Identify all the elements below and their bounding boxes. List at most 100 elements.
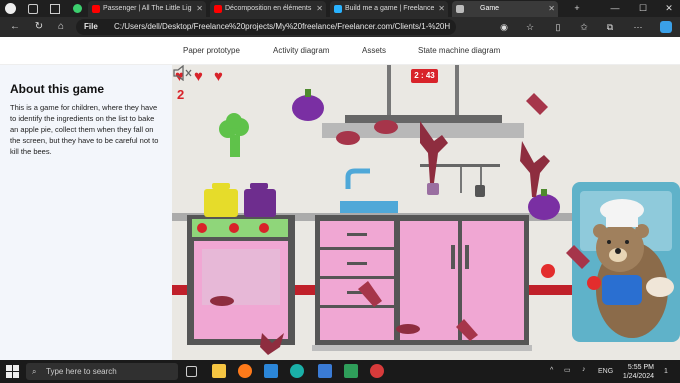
about-sidebar: About this game This is a game for child… (0, 65, 172, 360)
tab-actions-icon[interactable] (50, 4, 60, 14)
favorite-icon[interactable]: ☆ (524, 21, 536, 33)
sidebar-description: This is a game for children, where they … (10, 103, 159, 156)
address-bar-row: ← ↻ ⌂ File C:/Users/dell/Desktop/Freelan… (0, 17, 680, 37)
hood-pole (455, 65, 459, 115)
sound-toggle-icon[interactable] (172, 65, 192, 81)
falling-eggplant[interactable] (292, 95, 324, 121)
kitchen-scene (172, 65, 680, 355)
task-view-icon[interactable] (186, 366, 197, 377)
new-tab-button[interactable]: + (566, 0, 588, 17)
life-heart-icon: ♥ (214, 68, 223, 85)
nav-link-assets[interactable]: Assets (362, 46, 386, 55)
firefox-icon[interactable] (238, 364, 252, 378)
home-icon[interactable]: ⌂ (54, 20, 68, 34)
floor-line (312, 345, 532, 351)
tab-close-icon[interactable]: ✕ (438, 1, 445, 17)
purple-pot-lid (250, 183, 268, 189)
back-icon[interactable]: ← (8, 20, 22, 34)
profile-icon[interactable] (5, 3, 16, 14)
recorder-icon[interactable] (370, 364, 384, 378)
system-clock[interactable]: 5:55 PM 1/24/2024 (623, 363, 654, 381)
youtube-icon (92, 5, 100, 13)
falling-spoon[interactable] (396, 324, 420, 334)
utensil (460, 167, 462, 193)
search-placeholder: Type here to search (46, 367, 117, 376)
falling-apple[interactable] (587, 276, 601, 290)
more-icon[interactable]: ⋯ (632, 21, 644, 33)
drawer-handle (347, 262, 367, 265)
countdown-timer: 2 : 43 (411, 69, 438, 83)
falling-wine-glass[interactable] (520, 141, 550, 197)
browser-tab-strip: Passenger | All The Little Lights ✕ Déco… (0, 0, 680, 17)
score-counter: 2 (177, 87, 185, 102)
hood-pole (387, 65, 391, 115)
spreadsheet-icon[interactable] (344, 364, 358, 378)
browser-tab[interactable]: Build me a game | Freelancer ✕ (330, 1, 448, 17)
media-player-icon[interactable] (318, 364, 332, 378)
chef-bear-apron (602, 275, 642, 305)
edge-icon[interactable] (290, 364, 304, 378)
falling-meat[interactable] (374, 120, 398, 134)
scheme-label: File (84, 22, 98, 31)
browser-tab[interactable]: Décomposition en éléments s… ✕ (210, 1, 326, 17)
cabinet-door (400, 221, 458, 340)
minimize-button[interactable]: — (604, 0, 626, 17)
freelancer-icon (334, 5, 342, 13)
nav-link-state-machine-diagram[interactable]: State machine diagram (418, 46, 500, 55)
cabinet-door (462, 221, 524, 340)
maximize-button[interactable]: ☐ (632, 0, 654, 17)
tab-close-icon[interactable]: ✕ (548, 1, 555, 17)
falling-cleaver[interactable] (526, 93, 548, 115)
sidebar-title: About this game (10, 82, 105, 96)
stove-knob (197, 223, 207, 233)
extension-icon[interactable] (73, 4, 82, 13)
read-aloud-icon[interactable]: ◉ (498, 21, 510, 33)
search-icon: ⌕ (32, 367, 37, 376)
browser-tab[interactable]: Passenger | All The Little Lights ✕ (88, 1, 206, 17)
chef-bear-eye (607, 240, 611, 244)
hanging-ladle (427, 183, 439, 195)
tab-close-icon[interactable]: ✕ (196, 1, 203, 17)
browser-tab-active[interactable]: Game ✕ (452, 1, 558, 17)
falling-apple[interactable] (541, 264, 555, 278)
address-input[interactable]: File C:/Users/dell/Desktop/Freelance%20p… (76, 19, 456, 35)
split-screen-icon[interactable]: ▯ (552, 21, 564, 33)
refresh-icon[interactable]: ↻ (32, 20, 46, 34)
page-icon (456, 5, 464, 13)
range-hood (345, 115, 502, 123)
tray-chevron-icon[interactable]: ^ (550, 367, 553, 374)
faucet (345, 168, 370, 189)
nav-link-activity-diagram[interactable]: Activity diagram (273, 46, 329, 55)
cabinet-handle (451, 245, 455, 269)
language-indicator[interactable]: ENG (598, 368, 613, 375)
falling-spoon[interactable] (210, 296, 234, 306)
vscode-icon[interactable] (264, 364, 278, 378)
falling-eggplant[interactable] (528, 194, 560, 220)
drawer (320, 308, 394, 340)
windows-taskbar: ⌕ Type here to search ^ ▭ ♪ ENG 5:55 PM … (0, 360, 680, 383)
tab-close-icon[interactable]: ✕ (316, 1, 323, 17)
drawer-handle (347, 233, 367, 236)
close-window-button[interactable]: ✕ (658, 0, 680, 17)
notification-badge[interactable]: 1 (664, 368, 668, 375)
stove-knob (229, 223, 239, 233)
life-heart-icon: ♥ (194, 68, 203, 85)
oven-window (202, 249, 280, 305)
tab-label: Décomposition en éléments s… (225, 5, 312, 12)
collections-icon[interactable]: ⧉ (604, 21, 616, 33)
file-explorer-icon[interactable] (212, 364, 226, 378)
game-canvas[interactable]: ♥ ♥ ♥ 2 2 : 43 (172, 65, 680, 360)
windows-start-icon[interactable] (6, 365, 19, 378)
nav-link-paper-prototype[interactable]: Paper prototype (183, 46, 240, 55)
falling-meat[interactable] (336, 131, 360, 145)
top-navigation: Paper prototype Activity diagram Assets … (0, 37, 680, 65)
volume-icon[interactable]: ♪ (582, 366, 586, 373)
broccoli-floret (226, 113, 242, 129)
taskbar-search-input[interactable]: ⌕ Type here to search (26, 363, 178, 380)
favorites-icon[interactable]: ✩ (578, 21, 590, 33)
workspaces-icon[interactable] (28, 4, 38, 14)
copilot-icon[interactable] (660, 21, 672, 33)
tab-label: Passenger | All The Little Lights (103, 5, 192, 12)
eggplant-stem (305, 89, 311, 97)
network-icon[interactable]: ▭ (564, 366, 571, 374)
